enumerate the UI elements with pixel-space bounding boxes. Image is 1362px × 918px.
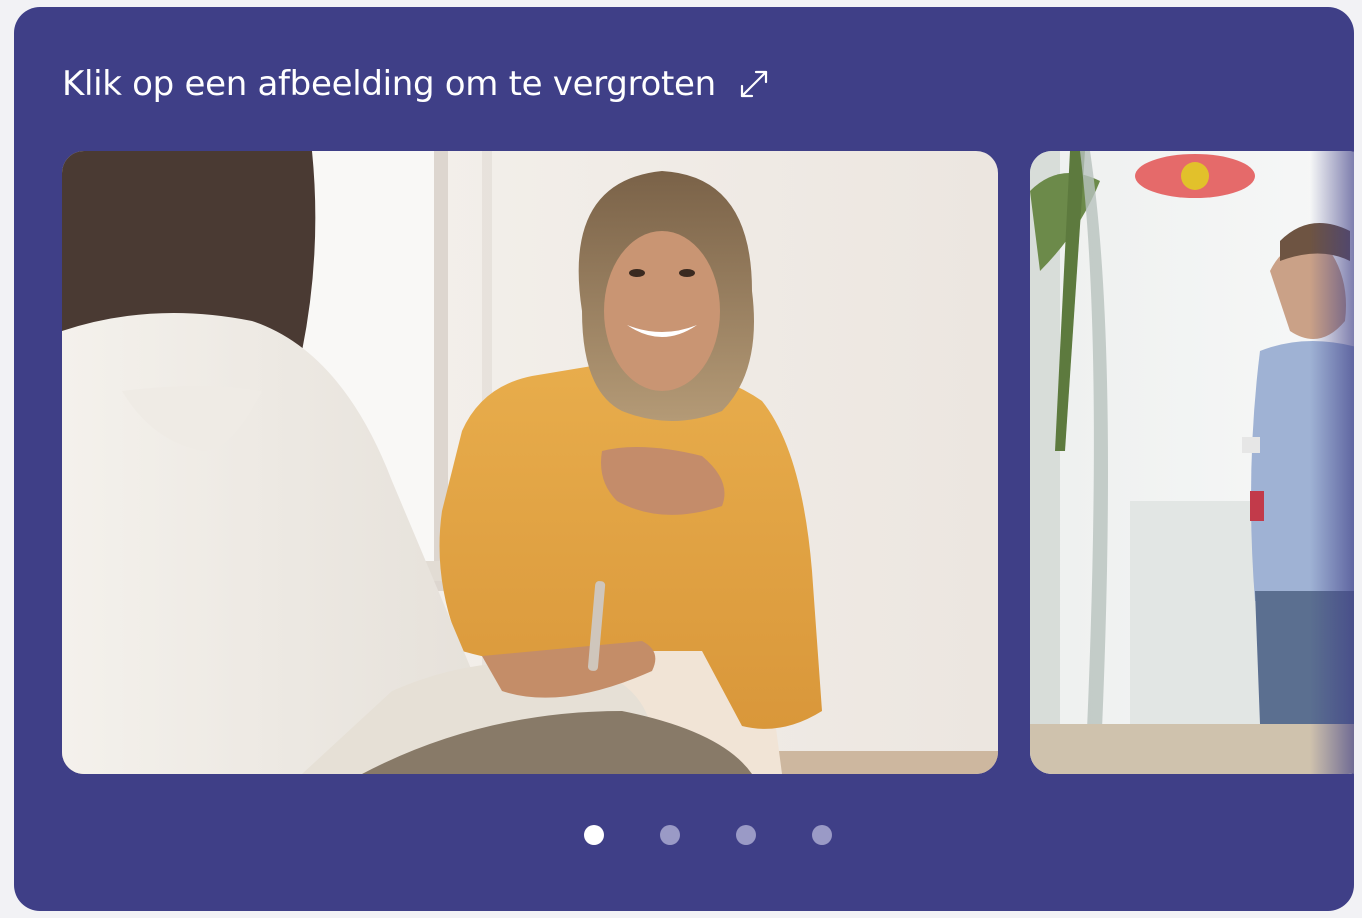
pagination-dot-2[interactable] [660,825,680,845]
carousel-pagination [14,825,1354,845]
image-gallery-card: Klik op een afbeelding om te vergroten [14,7,1354,911]
pagination-dot-4[interactable] [812,825,832,845]
gallery-header: Klik op een afbeelding om te vergroten [62,61,774,107]
man-by-window-photo [1030,151,1354,774]
slide-fade-overlay [1310,151,1354,774]
counseling-photo [62,151,998,774]
pagination-dot-1[interactable] [584,825,604,845]
pagination-dot-3[interactable] [736,825,756,845]
gallery-slide-1[interactable] [62,151,998,774]
gallery-slide-2[interactable] [1030,151,1354,774]
expand-icon[interactable] [734,64,774,104]
gallery-title: Klik op een afbeelding om te vergroten [62,64,716,104]
